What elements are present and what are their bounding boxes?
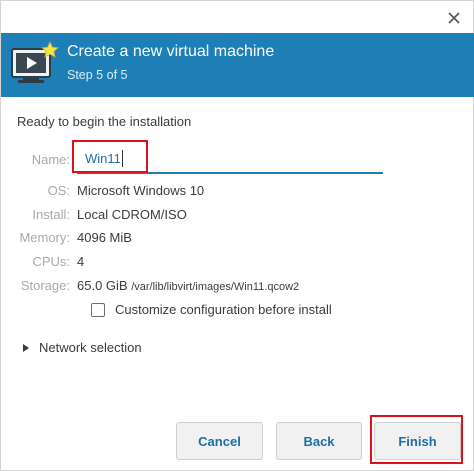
new-vm-dialog: Create a new virtual machine Step 5 of 5… [0,0,474,471]
name-label: Name: [31,152,70,167]
finish-button[interactable]: Finish [374,422,461,460]
name-input-value: Win11 [85,151,121,166]
install-label: Install: [32,207,70,222]
os-value: Microsoft Windows 10 [77,183,205,198]
memory-value: 4096 MiB [77,230,132,245]
storage-value: 65.0 GiB /var/lib/libvirt/images/Win11.q… [77,278,299,293]
name-input[interactable]: Win11 [77,149,383,174]
cancel-button[interactable]: Cancel [176,422,263,460]
cpus-label: CPUs: [32,254,70,269]
memory-label: Memory: [19,230,70,245]
customize-checkbox-label[interactable]: Customize configuration before install [115,302,332,317]
cpus-value: 4 [77,254,85,269]
storage-label: Storage: [20,278,70,293]
network-selection-expander[interactable]: Network selection [23,340,142,355]
storage-size: 65.0 GiB [77,278,128,293]
back-button[interactable]: Back [276,422,362,460]
page-title: Create a new virtual machine [67,43,275,60]
triangle-right-icon [23,343,29,352]
text-caret [122,150,123,167]
network-selection-label: Network selection [39,340,142,355]
step-indicator: Step 5 of 5 [67,68,128,82]
close-icon [448,12,460,24]
ready-heading: Ready to begin the installation [17,114,192,129]
customize-checkbox[interactable] [91,303,105,317]
storage-path: /var/lib/libvirt/images/Win11.qcow2 [131,281,300,293]
install-value: Local CDROM/ISO [77,207,187,222]
os-label: OS: [47,183,70,198]
monitor-play-icon [11,41,59,83]
header-banner: Create a new virtual machine Step 5 of 5 [1,33,474,97]
close-button[interactable] [441,5,467,31]
